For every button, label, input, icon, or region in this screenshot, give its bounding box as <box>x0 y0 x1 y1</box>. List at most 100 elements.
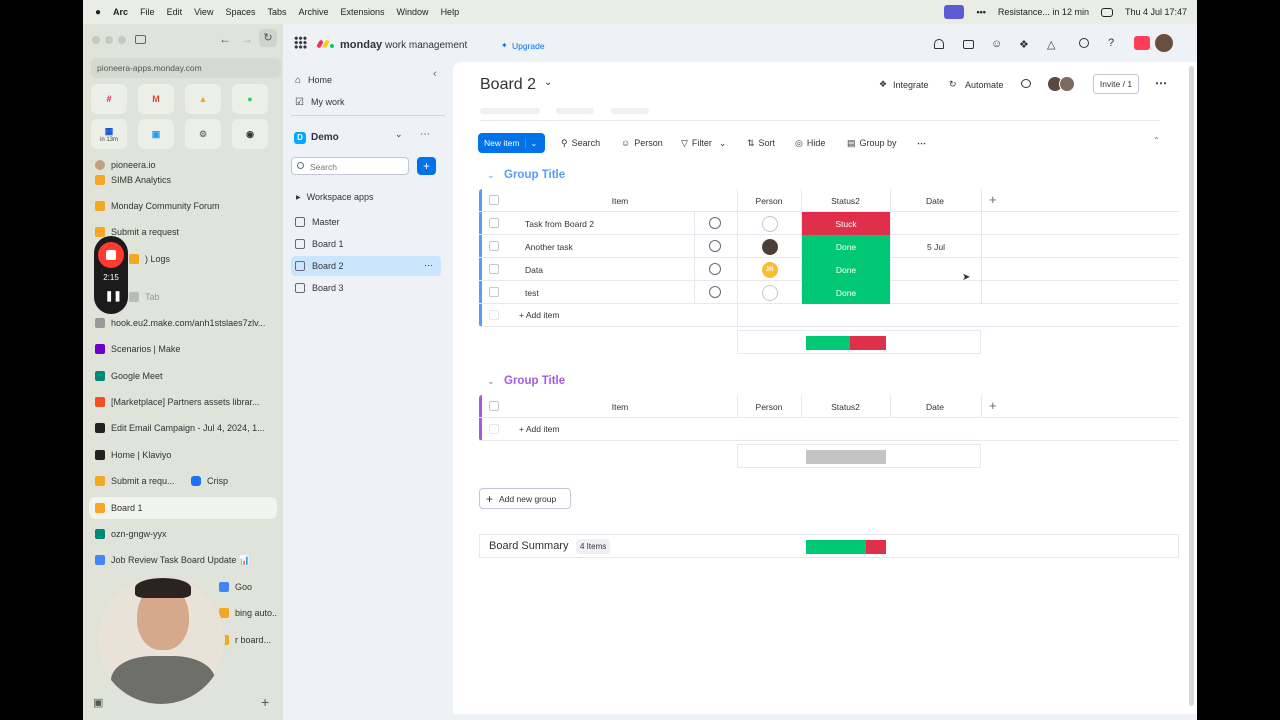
menu-archive[interactable]: Archive <box>299 7 329 17</box>
github-favorite-icon[interactable]: ◉ <box>232 119 268 149</box>
menu-window[interactable]: Window <box>397 7 429 17</box>
person-cell[interactable] <box>737 235 801 258</box>
arc-tab-crisp[interactable]: Crisp <box>191 476 228 486</box>
collapse-header-icon[interactable]: ⌃ <box>1153 136 1160 145</box>
item-updates-icon[interactable] <box>709 286 721 298</box>
group-collapse-icon[interactable]: ⌄ <box>487 170 495 181</box>
column-header-item[interactable]: Item <box>503 196 737 206</box>
stop-recording-button[interactable] <box>98 242 124 268</box>
whatsapp-favorite-icon[interactable]: ● <box>232 84 268 114</box>
upgrade-link[interactable]: Upgrade <box>512 41 545 51</box>
column-header-date[interactable]: Date <box>890 196 980 206</box>
menu-extensions[interactable]: Extensions <box>341 7 385 17</box>
arc-tab[interactable]: Submit a requ... Crisp <box>89 470 277 492</box>
calendar-favorite-icon[interactable]: ▦ in 13m <box>91 119 127 149</box>
arc-tab[interactable]: Job Review Task Board Update 📊 <box>89 549 277 571</box>
invite-members-icon[interactable]: ☺ <box>991 38 1002 50</box>
date-cell[interactable] <box>890 212 981 235</box>
arc-tab[interactable]: Google Meet <box>89 365 277 387</box>
view-tab-placeholder[interactable] <box>480 108 540 114</box>
slack-favorite-icon[interactable]: # <box>91 84 127 114</box>
menu-file[interactable]: File <box>140 7 155 17</box>
menu-tabs[interactable]: Tabs <box>267 7 286 17</box>
reload-icon[interactable]: ↻ <box>259 29 277 47</box>
nav-board-2[interactable]: Board 2 ⋯ <box>291 256 441 276</box>
arc-tab[interactable]: Board 1 <box>89 497 277 519</box>
board-status-summary-bar[interactable] <box>806 540 886 554</box>
automate-button[interactable]: Automate <box>965 80 1004 90</box>
table-row[interactable]: Task from Board 2 Stuck <box>479 212 1179 235</box>
arc-tab[interactable]: hook.eu2.make.com/anh1stslaes7zlv... <box>89 312 277 334</box>
person-avatar[interactable] <box>761 238 778 255</box>
workspace-search[interactable] <box>291 157 409 175</box>
webcam-bubble[interactable] <box>97 576 225 704</box>
menu-arc[interactable]: Arc <box>113 7 128 17</box>
workspace-search-input[interactable] <box>310 160 404 173</box>
select-all-checkbox[interactable] <box>489 195 499 205</box>
add-item-row[interactable]: + Add item <box>479 418 1179 441</box>
monday-favorite-icon[interactable]: ▲ <box>185 84 221 114</box>
date-cell[interactable] <box>890 281 981 304</box>
workspace-apps-folder[interactable]: ▶ Workspace apps <box>291 187 441 207</box>
scrollbar-thumb[interactable] <box>1189 66 1194 706</box>
address-bar[interactable]: pioneera-apps.monday.com <box>91 58 281 78</box>
arc-tab[interactable]: ) Logs <box>123 248 277 270</box>
nav-home[interactable]: ⌂ Home <box>291 70 441 90</box>
scrollbar-track[interactable] <box>1187 62 1197 714</box>
add-column-icon[interactable]: + <box>989 192 997 207</box>
group-title[interactable]: Group Title <box>504 375 565 387</box>
select-all-checkbox[interactable] <box>489 401 499 411</box>
view-tab-placeholder[interactable] <box>556 108 594 114</box>
add-item-row[interactable]: + Add item <box>479 304 1179 327</box>
arc-tab[interactable]: Scenarios | Make <box>89 338 277 360</box>
toolbar-filter[interactable]: ▽ Filter ⌄ <box>681 133 726 153</box>
integrate-button[interactable]: Integrate <box>893 80 929 90</box>
group-collapse-icon[interactable]: ⌄ <box>487 376 495 387</box>
column-header-person[interactable]: Person <box>737 196 801 206</box>
toolbar-hide[interactable]: ◎ Hide <box>795 133 825 153</box>
screen-record-icon[interactable] <box>944 5 965 19</box>
column-header-person[interactable]: Person <box>737 402 801 412</box>
workspace-switcher-icon[interactable] <box>1134 36 1150 50</box>
pause-icon[interactable]: ❚❚ <box>105 291 122 302</box>
add-new-group-button[interactable]: + Add new group <box>479 488 571 509</box>
row-checkbox[interactable] <box>489 218 499 228</box>
item-name[interactable]: Data <box>525 265 543 275</box>
view-tab-placeholder[interactable] <box>611 108 649 114</box>
person-cell[interactable] <box>737 281 801 304</box>
filter-dropdown-icon[interactable]: ⌄ <box>719 138 727 149</box>
close-window-icon[interactable] <box>92 36 100 44</box>
nav-my-work[interactable]: ☑ My work <box>291 92 441 112</box>
column-header-date[interactable]: Date <box>890 402 980 412</box>
toolbar-group-by[interactable]: ▤ Group by <box>847 133 897 153</box>
new-tab-icon[interactable]: + <box>261 694 269 710</box>
invite-button[interactable]: Invite / 1 <box>1093 74 1139 94</box>
menu-help[interactable]: Help <box>441 7 460 17</box>
arc-tab[interactable]: [Marketplace] Partners assets librar... <box>89 391 277 413</box>
toolbar-sort[interactable]: ⇅ Sort <box>747 133 775 153</box>
apps-grid-icon[interactable] <box>294 36 307 49</box>
updates-icon[interactable] <box>1021 79 1031 88</box>
table-row[interactable]: Data JR Done <box>479 258 1179 281</box>
item-name[interactable]: test <box>525 288 539 298</box>
board-more-icon[interactable]: ⋯ <box>424 260 433 271</box>
upgrade-icon[interactable]: ✦ <box>501 41 508 50</box>
apple-icon[interactable]: ● <box>95 7 101 18</box>
collapse-nav-icon[interactable]: ‹ <box>433 68 437 80</box>
marketplace-icon[interactable]: △ <box>1047 38 1055 51</box>
nav-board-1[interactable]: Board 1 <box>291 234 441 254</box>
menu-edit[interactable]: Edit <box>167 7 183 17</box>
toolbar-search[interactable]: ⚲ Search <box>561 133 600 153</box>
add-item-label[interactable]: + Add item <box>519 424 559 434</box>
control-center-icon[interactable] <box>1100 7 1113 17</box>
gmail-favorite-icon[interactable]: M <box>138 84 174 114</box>
item-name[interactable]: Another task <box>525 242 573 252</box>
person-initials-avatar[interactable]: JR <box>761 261 778 278</box>
group-title[interactable]: Group Title <box>504 169 565 181</box>
zoom-window-icon[interactable] <box>118 36 126 44</box>
item-updates-icon[interactable] <box>709 263 721 275</box>
row-checkbox[interactable] <box>489 287 499 297</box>
toolbar-more-icon[interactable]: ⋯ <box>917 133 926 153</box>
item-updates-icon[interactable] <box>709 217 721 229</box>
row-checkbox[interactable] <box>489 264 499 274</box>
